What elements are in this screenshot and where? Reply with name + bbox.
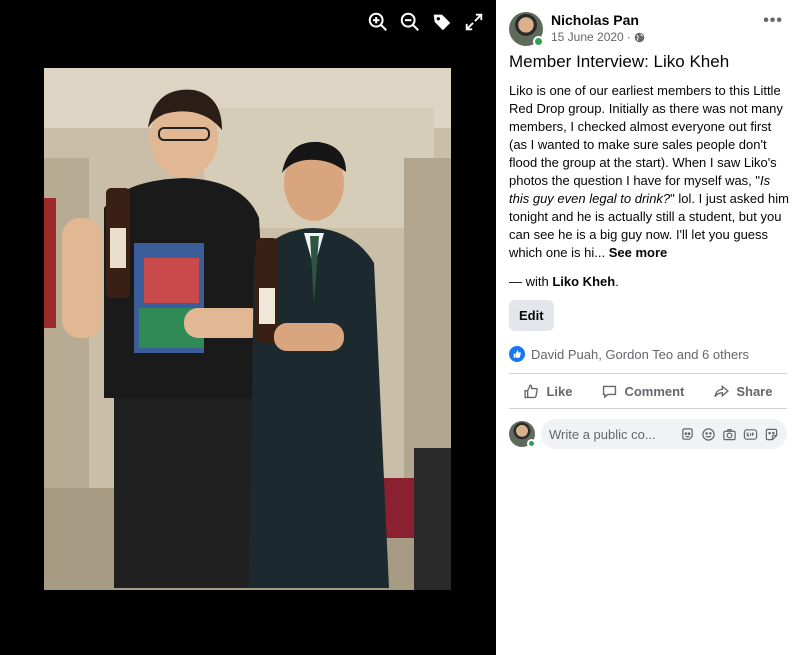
- divider: [509, 408, 787, 409]
- like-reaction-icon: [509, 346, 525, 362]
- gif-icon[interactable]: [743, 427, 758, 442]
- share-button[interactable]: Share: [707, 379, 778, 404]
- comment-input[interactable]: [549, 426, 665, 442]
- tagged-with: — with Liko Kheh.: [509, 273, 787, 291]
- photo-viewer: [0, 0, 496, 655]
- post-meta: 15 June 2020 ·: [551, 29, 645, 45]
- post-title: Member Interview: Liko Kheh: [509, 52, 730, 71]
- more-options-button[interactable]: •••: [763, 12, 783, 30]
- online-status-dot: [533, 36, 544, 47]
- tagged-person-link[interactable]: Liko Kheh: [552, 274, 615, 289]
- edit-button[interactable]: Edit: [509, 300, 554, 331]
- comment-composer: [509, 419, 787, 449]
- author-avatar[interactable]: [509, 12, 544, 47]
- comment-box[interactable]: [541, 419, 787, 449]
- comment-button[interactable]: Comment: [595, 379, 690, 404]
- share-label: Share: [736, 383, 773, 399]
- post-photo: [44, 68, 451, 590]
- reactions-summary[interactable]: David Puah, Gordon Teo and 6 others: [509, 344, 787, 364]
- comment-label: Comment: [624, 383, 685, 399]
- post-body: Liko is one of our earliest members to t…: [509, 82, 791, 262]
- fullscreen-icon[interactable]: [462, 10, 486, 34]
- zoom-in-icon[interactable]: [366, 10, 390, 34]
- camera-icon[interactable]: [722, 427, 737, 442]
- with-suffix: .: [615, 274, 619, 289]
- like-label: Like: [546, 383, 573, 399]
- globe-icon[interactable]: [634, 32, 645, 43]
- with-prefix: — with: [509, 274, 553, 289]
- comment-icon: [603, 385, 617, 399]
- tag-icon[interactable]: [430, 10, 454, 34]
- post-header: Nicholas Pan 15 June 2020 · •••: [509, 0, 787, 52]
- share-icon: [714, 384, 730, 397]
- like-button[interactable]: Like: [517, 379, 578, 404]
- emoji-icon[interactable]: [701, 427, 716, 442]
- post-body-text-1: Liko is one of our earliest members to t…: [509, 83, 783, 188]
- commenter-avatar[interactable]: [509, 421, 536, 448]
- post-panel: Nicholas Pan 15 June 2020 · ••• Member I…: [496, 0, 800, 655]
- comment-tools: [680, 427, 779, 442]
- post-date[interactable]: 15 June 2020: [551, 29, 624, 45]
- see-more-link[interactable]: See more: [609, 245, 668, 260]
- author-block: Nicholas Pan 15 June 2020 ·: [551, 12, 645, 45]
- author-name[interactable]: Nicholas Pan: [551, 11, 645, 29]
- zoom-out-icon[interactable]: [398, 10, 422, 34]
- viewer-toolbar: [366, 10, 486, 34]
- reactors-text[interactable]: David Puah, Gordon Teo and 6 others: [531, 347, 749, 362]
- online-status-dot: [527, 439, 536, 448]
- avatar-sticker-icon[interactable]: [680, 427, 695, 442]
- post-actions: Like Comment Share: [509, 374, 787, 408]
- meta-separator: ·: [626, 30, 631, 44]
- sticker-icon[interactable]: [764, 427, 779, 442]
- thumbs-up-icon: [524, 383, 539, 398]
